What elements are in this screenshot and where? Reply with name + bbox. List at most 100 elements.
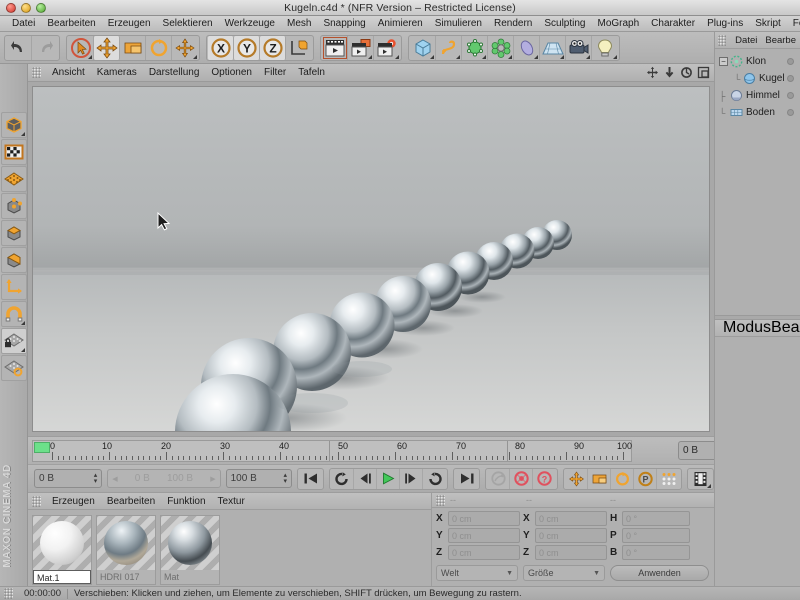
tool-options-corner[interactable] [534,54,538,59]
play-reverse-button[interactable] [423,469,446,489]
lock-z-button[interactable]: Z [260,35,286,60]
tool-options-corner[interactable] [586,54,590,59]
tool-options-corner[interactable] [430,54,434,59]
expander-icon[interactable]: − [719,57,728,66]
material-thumbnail[interactable] [33,516,91,570]
world-move-button[interactable] [172,36,198,60]
dolly-view-icon[interactable] [662,65,677,80]
undo-button[interactable] [6,35,32,60]
object-row-boden[interactable]: └ Boden [717,104,800,121]
material-menu-bearbeiten[interactable]: Bearbeiten [101,496,161,507]
tool-options-corner[interactable] [508,54,512,59]
workplane-rotate-button[interactable] [0,355,27,381]
material-item[interactable]: Mat.1 [32,515,92,585]
attribute-menu-bearbeiten[interactable]: Bearb [771,320,800,336]
maximize-view-icon[interactable] [696,65,711,80]
tool-options-corner[interactable] [368,54,372,59]
material-thumbnail[interactable] [161,516,219,570]
lock-workplane-button[interactable] [0,328,27,354]
menu-sculpting[interactable]: Sculpting [538,16,591,31]
keyframe-help-button[interactable]: ? [533,469,556,489]
rotate-tool-button[interactable] [146,35,172,60]
menu-simulieren[interactable]: Simulieren [429,16,488,31]
coord-input-pos-y[interactable]: 0 cm [448,528,520,543]
tool-options-corner[interactable] [613,54,617,59]
add-spline-button[interactable] [436,35,462,60]
autokey-button[interactable] [487,468,510,489]
preview-range-right-arrow[interactable]: ▶ [210,475,215,483]
viewport-menu-tafeln[interactable]: Tafeln [292,67,331,78]
key-position-button[interactable] [565,468,588,489]
material-name[interactable]: Mat.1 [33,570,91,584]
add-scene-button[interactable] [540,35,566,60]
chevron-down-icon[interactable]: ▼ [506,570,513,577]
menu-skript[interactable]: Skript [749,16,787,31]
timeline-window-button[interactable] [689,469,712,489]
scale-tool-button[interactable] [120,35,146,60]
model-mode-button[interactable] [0,112,27,138]
object-visibility-dot[interactable] [787,92,794,99]
viewport-menu-optionen[interactable]: Optionen [205,67,258,78]
current-frame-field[interactable]: 0 B ▴ ▾ [34,469,103,488]
viewport-menu-darstellung[interactable]: Darstellung [143,67,206,78]
key-rotation-button[interactable] [611,468,634,489]
key-scale-button[interactable] [588,468,611,489]
add-deformer-button[interactable] [488,35,514,60]
add-camera-button[interactable] [566,35,592,60]
timeline-ruler[interactable]: 0 10 20 30 40 50 60 70 80 90 100 [32,440,632,462]
current-frame-marker[interactable] [34,442,50,453]
material-name[interactable]: Mat [161,570,219,584]
texture-mode-button[interactable] [0,139,27,165]
render-settings-button[interactable] [374,36,400,60]
chevron-down-icon[interactable]: ▼ [593,570,600,577]
coord-input-rot-p[interactable]: 0 ° [622,528,690,543]
coord-input-pos-z[interactable]: 0 cm [448,545,520,560]
axis-mode-button[interactable] [0,274,27,300]
object-visibility-dot[interactable] [787,75,794,82]
goto-start-button[interactable] [299,469,322,489]
viewport-menu-ansicht[interactable]: Ansicht [46,67,91,78]
coord-input-size-x[interactable]: 0 cm [535,511,607,526]
panel-grip-icon[interactable] [436,494,445,506]
material-item[interactable]: HDRI 017 [96,515,156,585]
polygons-mode-button[interactable] [0,247,27,273]
tool-options-corner[interactable] [20,132,25,136]
menu-snapping[interactable]: Snapping [317,16,371,31]
viewport-menu-filter[interactable]: Filter [258,67,292,78]
tool-options-corner[interactable] [560,54,564,59]
redo-button[interactable] [32,36,58,60]
panel-grip-icon[interactable] [4,588,13,599]
lock-y-button[interactable]: Y [234,35,260,60]
viewport-menu-kameras[interactable]: Kameras [91,67,143,78]
coord-system-select[interactable]: Welt ▼ [436,565,518,581]
material-item[interactable]: Mat [160,515,220,585]
tool-options-corner[interactable] [20,348,25,352]
tool-options-corner[interactable] [482,54,486,59]
stepper-icon[interactable]: ▴▾ [283,472,287,485]
render-view-button[interactable] [322,35,348,60]
object-menu-datei[interactable]: Datei [731,35,761,46]
object-row-himmel[interactable]: ├ Himmel [717,87,800,104]
orbit-view-icon[interactable] [679,65,694,80]
add-environment-button[interactable] [514,35,540,60]
menu-datei[interactable]: Datei [6,16,41,31]
tool-options-corner[interactable] [193,54,197,59]
coord-input-size-z[interactable]: 0 cm [535,545,607,560]
play-button[interactable] [377,468,400,489]
attribute-menu-modus[interactable]: Modus [723,320,771,336]
document-end-field[interactable]: 100 B ▴ ▾ [225,469,292,488]
menu-mograph[interactable]: MoGraph [591,16,645,31]
menu-fenster[interactable]: Fer [787,16,800,31]
lock-x-button[interactable]: X [208,35,234,60]
apply-button[interactable]: Anwenden [610,565,709,581]
menu-werkzeuge[interactable]: Werkzeuge [219,16,281,31]
key-param-button[interactable]: P [634,468,657,489]
coord-input-pos-x[interactable]: 0 cm [448,511,520,526]
tool-options-corner[interactable] [395,54,399,59]
tool-options-corner[interactable] [88,54,92,59]
object-visibility-dot[interactable] [787,109,794,116]
coord-input-rot-b[interactable]: 0 ° [622,545,690,560]
step-back-button[interactable] [354,468,377,489]
object-visibility-dot[interactable] [787,58,794,65]
material-menu-funktion[interactable]: Funktion [161,496,211,507]
